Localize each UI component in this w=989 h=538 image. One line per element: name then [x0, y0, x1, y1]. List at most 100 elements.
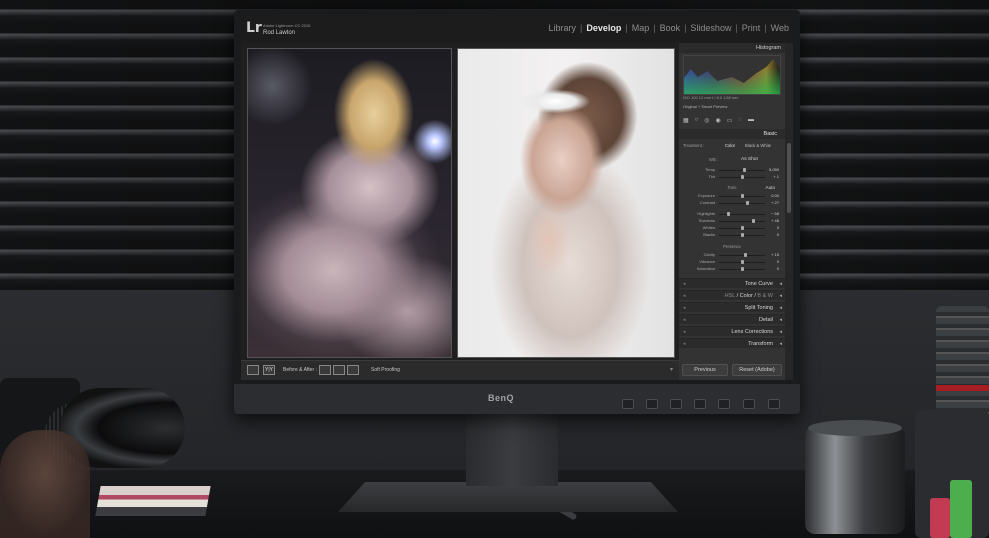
slider-exposure[interactable]: Exposure 0.00: [679, 193, 785, 200]
slider-thumb[interactable]: [740, 226, 744, 230]
copy-before-icon[interactable]: [319, 365, 331, 375]
tone-auto-button[interactable]: Auto: [766, 185, 775, 190]
slider-shadows[interactable]: Shadows + 48: [679, 218, 785, 225]
slider-value[interactable]: 5,050: [769, 167, 779, 172]
panel-transform[interactable]: ◂ Transform ◂: [679, 338, 785, 348]
slider-clarity[interactable]: Clarity + 15: [679, 252, 785, 259]
tab-color[interactable]: Color: [740, 293, 753, 299]
scrollbar-thumb[interactable]: [787, 143, 791, 213]
monitor-button[interactable]: [718, 399, 730, 409]
lens-right-short: [805, 426, 905, 534]
module-slideshow[interactable]: Slideshow: [690, 23, 731, 33]
slider-value[interactable]: − 58: [771, 211, 779, 216]
lightroom-window: Lr Adobe Lightroom CC 2015 Rod Lawton Li…: [241, 17, 793, 380]
lightroom-logo: Lr: [246, 20, 262, 36]
grid-icon[interactable]: ▦: [683, 117, 689, 124]
slider-value[interactable]: + 48: [771, 218, 779, 223]
crop-icon[interactable]: ○: [695, 117, 699, 123]
slider-track[interactable]: [719, 203, 765, 204]
module-print[interactable]: Print: [742, 23, 761, 33]
expand-left-icon: ◂: [683, 293, 686, 299]
slider-vibrance[interactable]: Vibrance 0: [679, 259, 785, 266]
basic-panel-header[interactable]: Basic: [679, 129, 785, 139]
module-develop[interactable]: Develop: [586, 23, 621, 33]
section-title: Split Toning: [744, 305, 773, 311]
tab-bw[interactable]: B & W: [757, 293, 773, 299]
treatment-bw-button[interactable]: Black & White: [745, 143, 771, 148]
monitor-power-button[interactable]: [768, 399, 780, 409]
module-map[interactable]: Map: [632, 23, 650, 33]
monitor-button[interactable]: [743, 399, 755, 409]
slider-value[interactable]: 0: [777, 225, 779, 230]
slider-temp[interactable]: Temp 5,050: [679, 167, 785, 174]
photo-scene: BenQ Lr Adobe Lightroom CC 2015 Rod Lawt…: [0, 0, 989, 538]
slider-highlights[interactable]: Highlights − 58: [679, 211, 785, 218]
slider-thumb[interactable]: [740, 267, 744, 271]
monitor-button[interactable]: [694, 399, 706, 409]
monitor-button[interactable]: [622, 399, 634, 409]
hand-blur: [0, 430, 90, 538]
treatment-label: Treatment :: [683, 143, 705, 148]
after-image[interactable]: [457, 48, 675, 358]
slider-track[interactable]: [719, 255, 765, 256]
slider-value[interactable]: 0: [777, 266, 779, 271]
slider-saturation[interactable]: Saturation 0: [679, 266, 785, 273]
film-canister-green: [950, 480, 972, 538]
copy-after-icon[interactable]: [333, 365, 345, 375]
histogram-header[interactable]: Histogram: [679, 43, 785, 53]
slider-track[interactable]: [719, 214, 765, 215]
monitor-button[interactable]: [670, 399, 682, 409]
tab-hsl[interactable]: HSL: [725, 293, 736, 299]
toolbar-menu-icon[interactable]: ▾: [670, 366, 673, 373]
histogram-title: Histogram: [755, 45, 781, 51]
before-image[interactable]: [247, 48, 452, 358]
radial-filter-icon[interactable]: ◌: [738, 117, 742, 123]
slider-tint[interactable]: Tint + 1: [679, 174, 785, 181]
loupe-view-icon[interactable]: [247, 365, 259, 375]
panel-tone-curve[interactable]: ◂ Tone Curve ◂: [679, 278, 785, 288]
wb-label: WB :: [709, 157, 719, 162]
reset-button[interactable]: Reset (Adobe): [732, 364, 782, 376]
lens-cap: [808, 420, 902, 436]
panel-hsl-color-bw[interactable]: ◂ HSL / Color / B & W ◂: [679, 290, 785, 300]
slider-whites[interactable]: Whites 0: [679, 225, 785, 232]
graduated-filter-icon[interactable]: ▭: [727, 117, 733, 124]
slider-thumb[interactable]: [742, 168, 746, 172]
slider-value[interactable]: + 15: [771, 252, 779, 257]
spot-removal-icon[interactable]: ◎: [704, 117, 709, 124]
slider-value[interactable]: 0: [777, 232, 779, 237]
slider-value[interactable]: 0: [777, 259, 779, 264]
module-web[interactable]: Web: [771, 23, 789, 33]
collapse-icon: ◂: [779, 317, 782, 323]
collapse-icon: ◂: [779, 341, 782, 347]
previous-button[interactable]: Previous: [682, 364, 728, 376]
treatment-color-button[interactable]: Color: [725, 143, 735, 148]
module-book[interactable]: Book: [660, 23, 681, 33]
wb-select[interactable]: As Shot: [741, 157, 758, 162]
slider-thumb[interactable]: [751, 219, 755, 223]
slider-blacks[interactable]: Blacks 0: [679, 232, 785, 239]
slider-thumb[interactable]: [744, 253, 748, 257]
before-after-view-icon[interactable]: Y|Y: [263, 365, 275, 375]
slider-contrast[interactable]: Contrast + 27: [679, 200, 785, 207]
swap-icon[interactable]: [347, 365, 359, 375]
slider-thumb[interactable]: [740, 194, 744, 198]
brush-icon[interactable]: ▬: [748, 117, 754, 123]
red-eye-icon[interactable]: ◉: [716, 117, 721, 124]
panel-scrollbar[interactable]: [785, 43, 793, 380]
develop-right-panel: Histogram ISO 100 12 mm f / 8.0 1/60 sec…: [679, 43, 785, 380]
panel-detail[interactable]: ◂ Detail ◂: [679, 314, 785, 324]
soft-proofing-toggle[interactable]: Soft Proofing: [371, 367, 400, 373]
slider-thumb[interactable]: [740, 260, 744, 264]
slider-thumb[interactable]: [727, 212, 731, 216]
slider-value[interactable]: + 1: [773, 174, 779, 179]
slider-value[interactable]: 0.00: [771, 193, 779, 198]
slider-thumb[interactable]: [740, 175, 744, 179]
module-library[interactable]: Library: [548, 23, 576, 33]
monitor-button[interactable]: [646, 399, 658, 409]
panel-lens-corrections[interactable]: ◂ Lens Corrections ◂: [679, 326, 785, 336]
panel-split-toning[interactable]: ◂ Split Toning ◂: [679, 302, 785, 312]
slider-thumb[interactable]: [740, 233, 744, 237]
slider-value[interactable]: + 27: [771, 200, 779, 205]
slider-track[interactable]: [719, 221, 765, 222]
